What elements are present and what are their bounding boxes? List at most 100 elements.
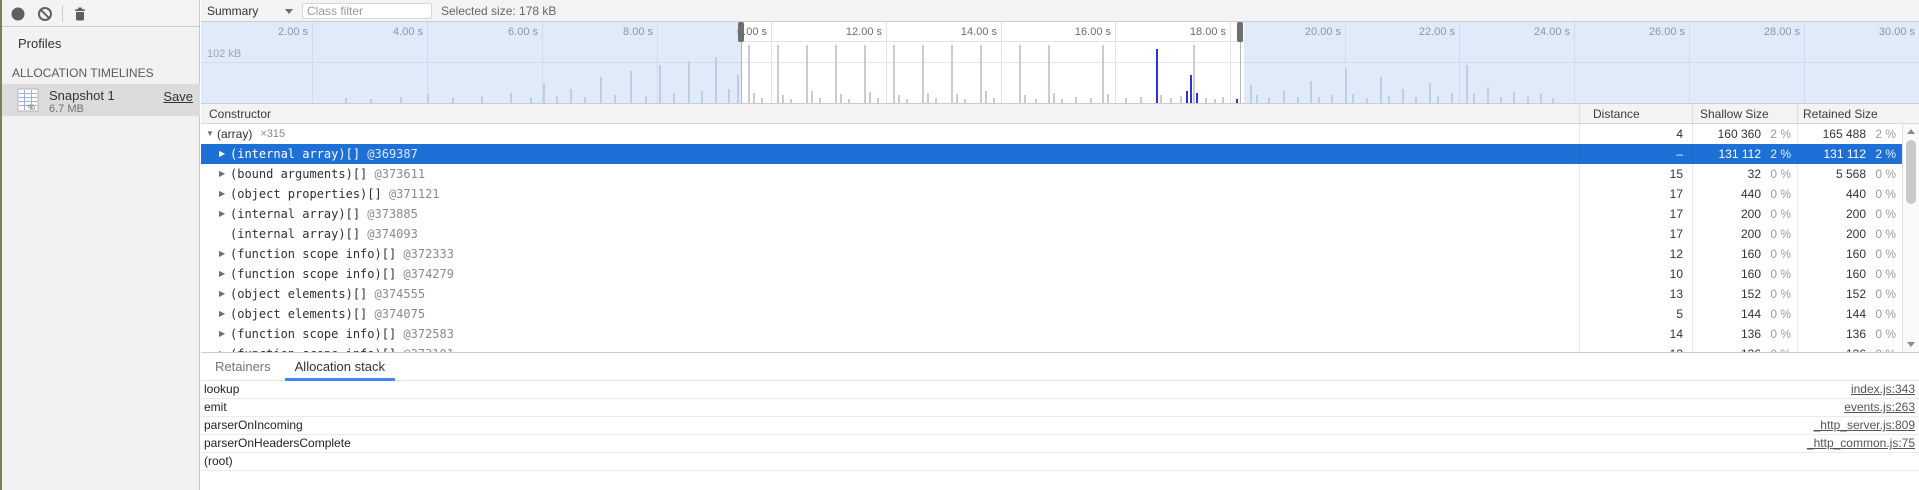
snapshot-toolbar: Summary Selected size: 178 kB <box>201 0 1919 22</box>
collapsed-triangle-icon[interactable]: ▶ <box>219 284 230 304</box>
collapsed-triangle-icon[interactable]: ▶ <box>219 144 230 164</box>
timeline-gridline <box>1001 22 1002 104</box>
shallow-size-cell: 131 1122 % <box>1692 144 1797 164</box>
shallow-size-cell: 1520 % <box>1692 284 1797 304</box>
size-value: 200 <box>1692 204 1761 224</box>
tab-retainers[interactable]: Retainers <box>205 354 281 381</box>
frame-function-name: lookup <box>201 381 239 398</box>
collapsed-triangle-icon[interactable]: ▶ <box>219 324 230 344</box>
stack-frame-row[interactable]: parserOnIncoming_http_server.js:809 <box>201 417 1919 435</box>
collapsed-triangle-icon[interactable]: ▶ <box>219 244 230 264</box>
constructor-cell: ▶(function scope info)[] @374279 <box>201 264 1579 284</box>
column-header-distance[interactable]: Distance <box>1593 107 1640 121</box>
allocation-bar <box>1186 91 1188 103</box>
table-row[interactable]: ▶(object properties)[] @371121174400 %44… <box>201 184 1902 204</box>
object-id: @374279 <box>396 267 454 281</box>
table-row[interactable]: ▶(function scope info)[] @372583141360 %… <box>201 324 1902 344</box>
sidebar-item-snapshot-1[interactable]: % Snapshot 1 6.7 MB Save <box>2 84 200 116</box>
chevron-down-icon <box>285 9 293 14</box>
allocation-bar <box>790 99 792 103</box>
collapsed-triangle-icon[interactable]: ▶ <box>219 164 230 184</box>
allocation-bar <box>964 99 966 103</box>
grid-scrollbar[interactable] <box>1902 124 1919 352</box>
frame-source-link[interactable]: _http_server.js:809 <box>1814 417 1919 434</box>
table-row[interactable]: ▶(internal array)[] @373885172000 %2000 … <box>201 204 1902 224</box>
perspective-select[interactable]: Summary <box>207 3 280 19</box>
selection-handle-right[interactable] <box>1237 22 1243 42</box>
shallow-size-cell: 1440 % <box>1692 304 1797 324</box>
constructor-cell: ▶(internal array)[] @373885 <box>201 204 1579 224</box>
table-row[interactable]: (internal array)[] @374093172000 %2000 % <box>201 224 1902 244</box>
constructor-cell: ▶(bound arguments)[] @373611 <box>201 164 1579 184</box>
collapsed-triangle-icon[interactable]: ▶ <box>219 344 230 352</box>
clear-profiles-button[interactable] <box>37 6 53 22</box>
record-icon <box>10 6 26 22</box>
size-percent: 0 % <box>1761 224 1791 244</box>
allocation-bar <box>753 93 755 103</box>
constructor-name: (function scope info)[] @372333 <box>230 244 454 264</box>
stack-frame-row[interactable]: (root) <box>201 453 1919 471</box>
tab-allocation-stack[interactable]: Allocation stack <box>285 354 395 381</box>
delete-profile-button[interactable] <box>72 6 88 22</box>
column-header-shallow-size[interactable]: Shallow Size <box>1700 107 1769 121</box>
profiles-toolbar <box>2 0 199 27</box>
allocation-timeline-overview[interactable]: 102 kB 2.00 s4.00 s6.00 s8.00 s0.00 s12.… <box>201 22 1919 104</box>
size-percent: 0 % <box>1866 224 1896 244</box>
size-value: 136 <box>1692 324 1761 344</box>
size-value: 5 568 <box>1797 164 1866 184</box>
table-row[interactable]: ▶(function scope info)[] @374279101600 %… <box>201 264 1902 284</box>
collapsed-triangle-icon[interactable]: ▶ <box>219 184 230 204</box>
record-heap-button[interactable] <box>10 6 26 22</box>
table-row[interactable]: ▶(object elements)[] @374555131520 %1520… <box>201 284 1902 304</box>
size-percent: 2 % <box>1866 124 1896 144</box>
table-row[interactable]: ▶(bound arguments)[] @37361115320 %5 568… <box>201 164 1902 184</box>
frame-source-link[interactable]: index.js:343 <box>1851 381 1919 398</box>
scroll-up-icon[interactable] <box>1907 129 1915 134</box>
retained-size-cell: 4400 % <box>1797 184 1902 204</box>
constructor-cell: ▶(function scope info)[] @372333 <box>201 244 1579 264</box>
shallow-size-cell: 1600 % <box>1692 264 1797 284</box>
size-percent: 0 % <box>1761 324 1791 344</box>
constructor-cell: ▶(function scope info)[] @373101 <box>201 344 1579 352</box>
allocation-bar <box>927 93 929 103</box>
size-value: 131 112 <box>1797 144 1866 164</box>
collapsed-triangle-icon[interactable]: ▶ <box>219 204 230 224</box>
scrollbar-thumb[interactable] <box>1906 140 1916 204</box>
constructor-name: (function scope info)[] @373101 <box>230 344 454 352</box>
collapsed-triangle-icon[interactable]: ▶ <box>219 304 230 324</box>
size-percent: 0 % <box>1866 244 1896 264</box>
instance-count: ×315 <box>260 124 285 144</box>
selection-handle-left[interactable] <box>738 22 744 42</box>
expanded-triangle-icon[interactable]: ▼ <box>206 124 217 144</box>
column-header-retained-size[interactable]: Retained Size <box>1803 107 1878 121</box>
stack-frame-row[interactable]: parserOnHeadersComplete_http_common.js:7… <box>201 435 1919 453</box>
stack-frame-row[interactable]: lookup index.js:343 <box>201 381 1919 399</box>
size-percent: 2 % <box>1761 144 1791 164</box>
size-value: 165 488 <box>1797 124 1866 144</box>
timeline-gridline <box>771 22 772 104</box>
size-percent: 0 % <box>1866 264 1896 284</box>
shallow-size-cell: 1360 % <box>1692 324 1797 344</box>
scroll-down-icon[interactable] <box>1907 342 1915 347</box>
frame-source-link[interactable]: _http_common.js:75 <box>1807 435 1919 452</box>
allocation-bar <box>1024 95 1026 103</box>
table-row[interactable]: ▶(internal array)[] @369387–131 1122 %13… <box>201 144 1902 164</box>
stack-frame-row[interactable]: emitevents.js:263 <box>201 399 1919 417</box>
collapsed-triangle-icon[interactable]: ▶ <box>219 264 230 284</box>
size-percent: 0 % <box>1761 284 1791 304</box>
constructor-cell: ▼(array)×315 <box>201 124 1579 144</box>
table-row[interactable]: ▼(array)×3154160 3602 %165 4882 % <box>201 124 1902 144</box>
frame-source-link[interactable]: events.js:263 <box>1844 399 1919 416</box>
column-header-constructor[interactable]: Constructor <box>209 107 271 121</box>
allocation-bar <box>877 98 879 103</box>
save-snapshot-link[interactable]: Save <box>163 89 193 104</box>
allocation-bar <box>1019 45 1021 103</box>
table-row[interactable]: ▶(object elements)[] @37407551440 %1440 … <box>201 304 1902 324</box>
constructor-cell: ▶(internal array)[] @369387 <box>201 144 1579 164</box>
heap-snapshot-icon: % <box>17 88 39 112</box>
size-value: 32 <box>1692 164 1761 184</box>
table-row[interactable]: ▶(function scope info)[] @372333121600 %… <box>201 244 1902 264</box>
table-row[interactable]: ▶(function scope info)[] @373101131360 %… <box>201 344 1902 352</box>
constructor-name: (internal array)[] @374093 <box>230 224 418 244</box>
class-filter-input[interactable] <box>302 3 432 19</box>
